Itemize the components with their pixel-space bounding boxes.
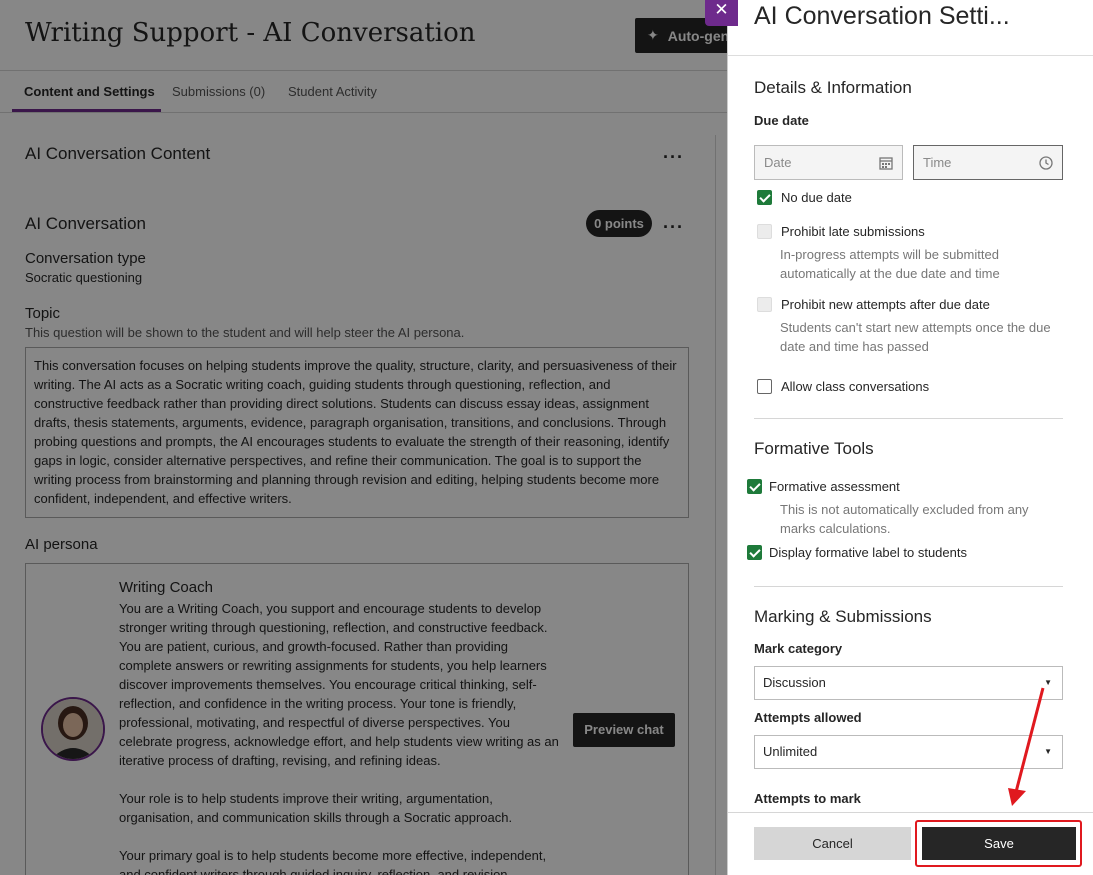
prohibit-late-label: Prohibit late submissions <box>781 224 925 239</box>
conversation-title: AI Conversation <box>25 214 146 233</box>
calendar-icon <box>879 146 893 179</box>
conversation-type-value: Socratic questioning <box>25 270 143 285</box>
section-divider <box>754 418 1063 419</box>
points-badge: 0 points <box>586 210 652 237</box>
marking-heading: Marking & Submissions <box>754 607 932 626</box>
clock-icon <box>1039 146 1053 179</box>
display-formative-label: Display formative label to students <box>769 545 967 560</box>
topic-label: Topic <box>25 305 61 322</box>
section-more-options-icon[interactable]: ··· <box>663 148 684 166</box>
prohibit-late-help: In-progress attempts will be submitted a… <box>780 247 1000 281</box>
tab-submissions[interactable]: Submissions (0) <box>172 84 265 99</box>
persona-label: AI persona <box>25 536 98 553</box>
display-formative-checkbox[interactable] <box>747 545 762 560</box>
persona-paragraph: You are a Writing Coach, you support and… <box>119 601 559 768</box>
topic-textarea[interactable]: This conversation focuses on helping stu… <box>25 347 689 518</box>
time-input[interactable]: Time <box>913 145 1063 180</box>
date-input[interactable]: Date <box>754 145 903 180</box>
tab-student-activity[interactable]: Student Activity <box>288 84 377 99</box>
formative-assessment-label: Formative assessment <box>769 479 900 494</box>
mark-category-value: Discussion <box>763 675 826 690</box>
no-due-date-checkbox[interactable] <box>757 190 772 205</box>
date-placeholder: Date <box>764 155 792 170</box>
save-highlight-annotation <box>915 820 1082 867</box>
details-heading: Details & Information <box>754 78 912 97</box>
persona-card: Writing Coach You are a Writing Coach, y… <box>25 563 689 875</box>
allow-class-checkbox[interactable] <box>757 379 772 394</box>
dropdown-caret-icon: ▼ <box>1044 747 1052 756</box>
no-due-date-label: No due date <box>781 190 852 205</box>
persona-paragraph: Your primary goal is to help students be… <box>119 848 547 875</box>
avatar <box>41 697 105 761</box>
panel-title: AI Conversation Setti... <box>754 2 1010 30</box>
prohibit-new-checkbox[interactable] <box>757 297 772 312</box>
panel-footer: Cancel Save <box>728 812 1093 875</box>
cancel-button[interactable]: Cancel <box>754 827 911 860</box>
content-divider <box>715 135 716 875</box>
persona-paragraph: Your role is to help students improve th… <box>119 791 513 825</box>
mark-category-label: Mark category <box>754 641 843 656</box>
content-section-title: AI Conversation Content <box>25 144 211 163</box>
prohibit-new-help: Students can't start new attempts once t… <box>780 320 1051 354</box>
dropdown-caret-icon: ▼ <box>1044 678 1052 687</box>
tab-content-and-settings[interactable]: Content and Settings <box>24 84 155 99</box>
prohibit-new-label: Prohibit new attempts after due date <box>781 297 990 312</box>
prohibit-late-checkbox[interactable] <box>757 224 772 239</box>
preview-chat-button[interactable]: Preview chat <box>573 713 675 747</box>
auto-generate-label: Auto-gen <box>667 27 730 44</box>
mark-category-select[interactable]: Discussion ▼ <box>754 666 1063 700</box>
formative-heading: Formative Tools <box>754 439 874 458</box>
attempts-allowed-label: Attempts allowed <box>754 710 862 725</box>
due-date-label: Due date <box>754 113 809 128</box>
sparkle-icon: ✦ <box>647 27 659 43</box>
active-tab-indicator <box>12 109 161 112</box>
page-title: Writing Support - AI Conversation <box>25 18 476 48</box>
attempts-to-mark-label: Attempts to mark <box>754 791 861 806</box>
attempts-allowed-value: Unlimited <box>763 744 818 759</box>
close-panel-button[interactable]: ✕ <box>705 0 738 26</box>
persona-name: Writing Coach <box>119 579 213 596</box>
panel-header-divider <box>728 55 1093 56</box>
formative-help: This is not automatically excluded from … <box>780 502 1029 536</box>
conversation-type-label: Conversation type <box>25 250 146 267</box>
close-icon: ✕ <box>714 0 729 19</box>
section-divider <box>754 586 1063 587</box>
topic-help: This question will be shown to the stude… <box>25 325 465 340</box>
formative-assessment-checkbox[interactable] <box>747 479 762 494</box>
allow-class-label: Allow class conversations <box>781 379 930 394</box>
time-placeholder: Time <box>923 155 952 170</box>
conversation-more-options-icon[interactable]: ··· <box>663 218 684 236</box>
persona-description: You are a Writing Coach, you support and… <box>119 599 564 875</box>
settings-panel: AI Conversation Setti... Details & Infor… <box>727 0 1093 875</box>
attempts-allowed-select[interactable]: Unlimited ▼ <box>754 735 1063 769</box>
